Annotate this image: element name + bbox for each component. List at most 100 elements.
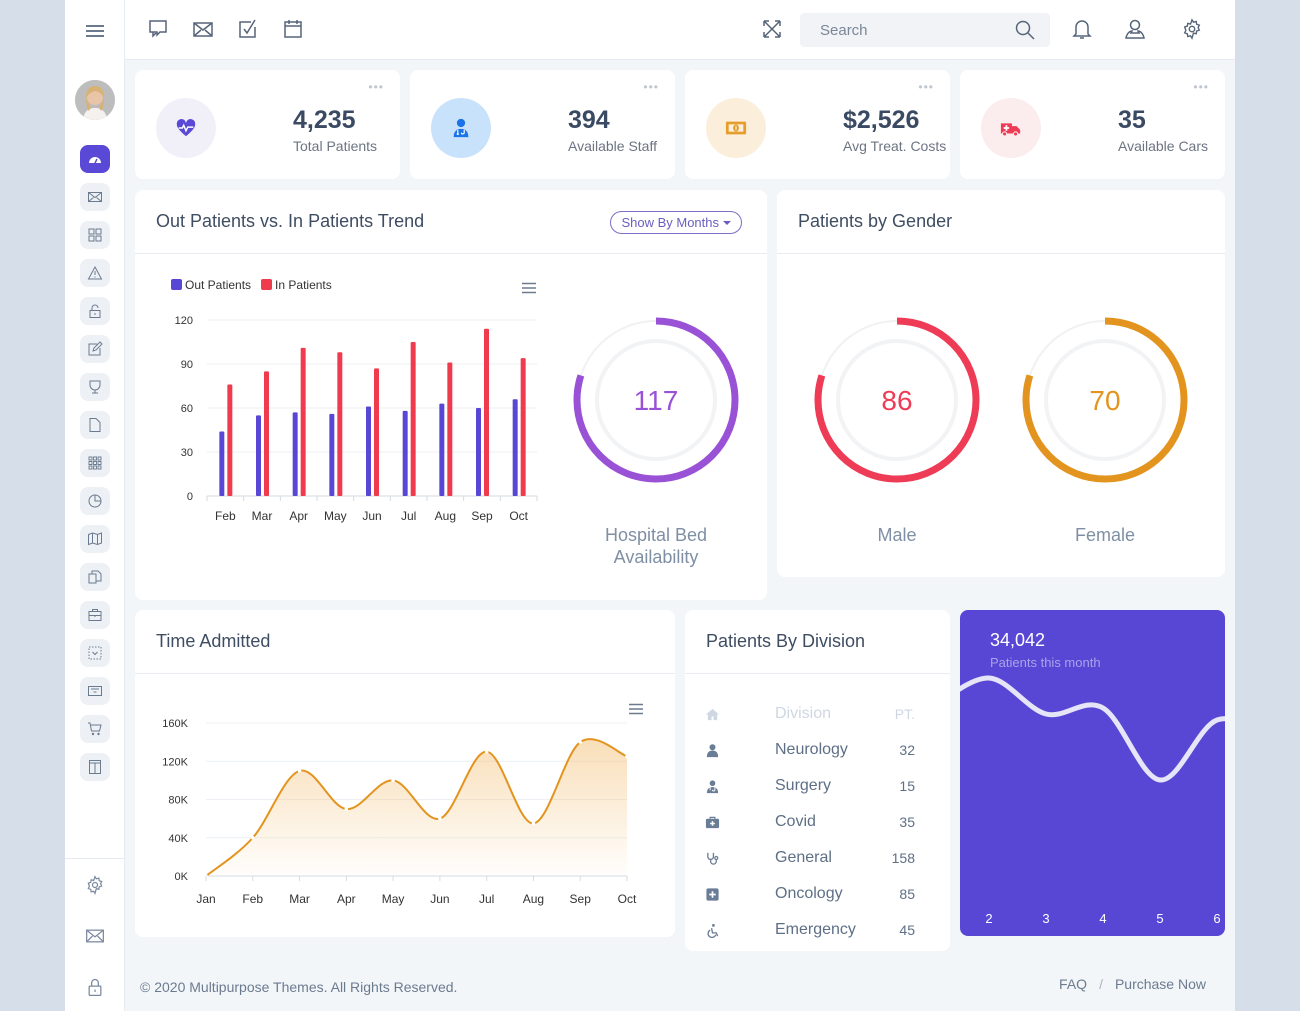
division-row-oncology[interactable]: Oncology 85 xyxy=(705,876,915,912)
female-label: Female xyxy=(1074,525,1136,545)
division-name: Emergency xyxy=(775,921,856,938)
division-row-general[interactable]: General 158 xyxy=(705,840,915,876)
show-by-months-dropdown[interactable]: Show By Months xyxy=(610,211,742,234)
division-count: 85 xyxy=(899,886,915,902)
sidebar-item-warning[interactable] xyxy=(80,259,110,287)
faq-link[interactable]: FAQ xyxy=(1059,976,1087,992)
warning-icon xyxy=(87,265,103,280)
y-tick-label: 40K xyxy=(168,833,188,845)
legend-in-patients[interactable]: In Patients xyxy=(261,278,332,292)
sidebar-item-unlock[interactable] xyxy=(80,297,110,325)
x-tick-label: Oct xyxy=(509,509,528,523)
sidebar-item-dropdown-box[interactable] xyxy=(80,639,110,667)
chart-menu-icon[interactable] xyxy=(521,282,537,294)
sidebar-item-grid[interactable] xyxy=(80,221,110,249)
legend-out-patients[interactable]: Out Patients xyxy=(171,278,251,292)
sidebar-item-briefcase[interactable] xyxy=(80,601,110,629)
in-patients-bar xyxy=(374,368,379,496)
sidebar-item-trophy[interactable] xyxy=(80,373,110,401)
pie-chart-icon xyxy=(88,494,102,508)
x-tick-label: Feb xyxy=(215,509,236,523)
stat-value: 35 xyxy=(1118,106,1146,134)
division-table: Division PT. Neurology 32 Surgery 15 Covid 35… xyxy=(705,696,915,948)
bed-donut: 117 xyxy=(573,317,739,483)
mail-icon xyxy=(86,929,104,942)
y-tick-label: 90 xyxy=(181,359,193,371)
user-icon xyxy=(706,743,719,757)
checkbox-icon[interactable] xyxy=(237,18,259,40)
stat-icon-circle xyxy=(981,98,1041,158)
x-tick-label: Mar xyxy=(289,892,310,906)
gender-card: Patients by Gender 86 70 Male Female xyxy=(777,190,1225,577)
sidebar-item-copy[interactable] xyxy=(80,563,110,591)
copyright: © 2020 Multipurpose Themes. All Rights R… xyxy=(140,979,458,995)
stat-value: 394 xyxy=(568,106,610,134)
stethoscope-icon xyxy=(707,852,719,865)
user-icon[interactable] xyxy=(1124,18,1146,40)
fullscreen-icon[interactable] xyxy=(761,18,783,40)
spark-line xyxy=(960,675,1225,783)
division-row-covid[interactable]: Covid 35 xyxy=(705,804,915,840)
search-input[interactable] xyxy=(800,13,1000,47)
avatar[interactable] xyxy=(75,80,115,120)
sidebar-settings-button[interactable] xyxy=(65,859,125,910)
more-options-icon[interactable]: ••• xyxy=(368,80,384,94)
division-row-neurology[interactable]: Neurology 32 xyxy=(705,732,915,768)
bar-chart: 0 30 60 90 120 Feb Mar Apr May Jun Jul Aug Sep Oct xyxy=(175,315,538,523)
x-tick-label: Sep xyxy=(570,892,592,906)
sidebar-item-pie-chart[interactable] xyxy=(80,487,110,515)
sidebar-item-layout[interactable] xyxy=(80,753,110,781)
search-icon[interactable] xyxy=(1014,19,1036,41)
money-icon xyxy=(725,121,747,135)
dashboard-icon xyxy=(89,157,101,164)
y-tick-label: 0K xyxy=(175,871,189,883)
caret-down-icon xyxy=(723,220,731,225)
gear-icon[interactable] xyxy=(1181,18,1203,40)
sidebar-mail-button[interactable] xyxy=(65,910,125,961)
division-count: 158 xyxy=(891,850,915,866)
sidebar-item-apps[interactable] xyxy=(80,449,110,477)
bar-chart-legend: Out Patients In Patients xyxy=(171,278,332,292)
hamburger-menu-icon[interactable] xyxy=(84,22,106,40)
sidebar-item-cart[interactable] xyxy=(80,715,110,743)
sidebar-item-edit[interactable] xyxy=(80,335,110,363)
division-row-surgery[interactable]: Surgery 15 xyxy=(705,768,915,804)
sidebar-item-file[interactable] xyxy=(80,411,110,439)
sidebar-lock-button[interactable] xyxy=(65,961,125,1011)
chat-icon[interactable] xyxy=(147,18,169,40)
area-chart: 0K 40K 80K 120K 160K Jan Feb Mar Apr May Jun Jul Aug… xyxy=(162,718,637,906)
sidebar-item-dashboard[interactable] xyxy=(80,145,110,173)
stat-card-available-cars: ••• 35 Available Cars xyxy=(960,70,1225,179)
gender-title: Patients by Gender xyxy=(777,190,1225,254)
calendar-icon[interactable] xyxy=(282,18,304,40)
more-options-icon[interactable]: ••• xyxy=(643,80,659,94)
bell-icon[interactable] xyxy=(1071,18,1093,40)
trophy-icon xyxy=(89,380,101,394)
stat-label: Available Cars xyxy=(1118,138,1209,154)
footer-separator: / xyxy=(1099,976,1103,992)
stat-card-available-staff: ••• 394 Available Staff xyxy=(410,70,675,179)
division-row-emergency[interactable]: Emergency 45 xyxy=(705,912,915,948)
male-donut: 86 xyxy=(814,317,980,483)
data-point xyxy=(438,816,442,821)
purchase-now-link[interactable]: Purchase Now xyxy=(1115,976,1206,992)
sidebar-item-map[interactable] xyxy=(80,525,110,553)
y-tick-label: 120 xyxy=(175,315,193,327)
sidebar-item-card[interactable] xyxy=(80,677,110,705)
x-tick-label: Jul xyxy=(479,892,494,906)
division-name: Oncology xyxy=(775,885,843,902)
in-patients-bar xyxy=(447,362,453,496)
more-options-icon[interactable]: ••• xyxy=(1193,80,1209,94)
stat-icon-circle xyxy=(706,98,766,158)
x-tick-label: Mar xyxy=(252,509,273,523)
doctor-icon xyxy=(453,118,469,138)
sidebar-item-mail[interactable] xyxy=(80,183,110,211)
data-point xyxy=(578,740,583,744)
x-tick-label: 4 xyxy=(1099,911,1106,926)
mail-icon[interactable] xyxy=(192,18,214,40)
more-options-icon[interactable]: ••• xyxy=(918,80,934,94)
wheelchair-icon xyxy=(707,923,719,938)
donut-value: 70 xyxy=(1089,385,1120,416)
dropdown-box-icon xyxy=(88,646,102,660)
x-tick-label: Aug xyxy=(523,892,544,906)
